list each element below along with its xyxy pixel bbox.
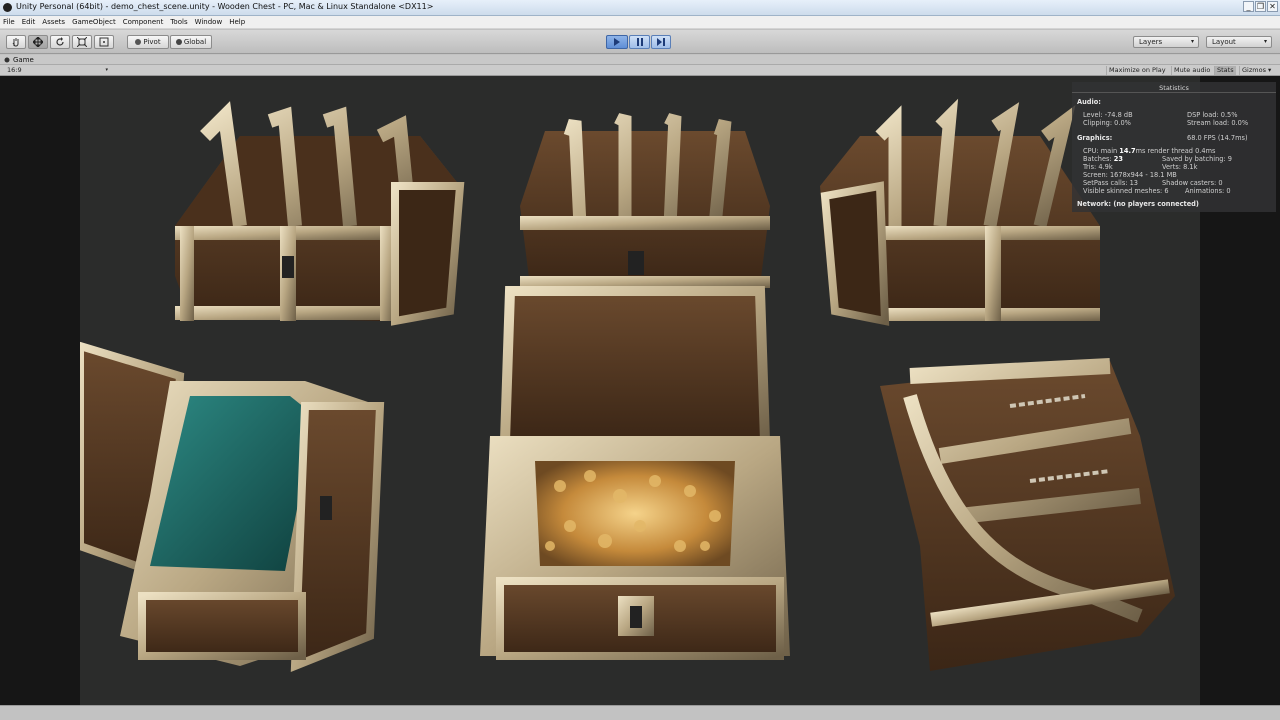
chevron-down-icon: ▾	[105, 67, 108, 73]
cpu-main-prefix: CPU: main	[1083, 147, 1120, 155]
scene-render	[76, 76, 1200, 705]
cpu-time: CPU: main 14.7ms render thread 0.4ms	[1083, 147, 1215, 155]
audio-header: Audio:	[1077, 98, 1101, 106]
setpass-calls: SetPass calls: 13	[1083, 179, 1138, 187]
shadow-casters: Shadow casters: 0	[1162, 179, 1223, 187]
minimize-button[interactable]: _	[1243, 1, 1254, 12]
menu-help[interactable]: Help	[229, 18, 245, 26]
tris-count: Tris: 4.9k	[1083, 163, 1113, 171]
layout-label: Layout	[1212, 38, 1236, 46]
step-button[interactable]	[651, 35, 671, 49]
status-bar	[0, 705, 1280, 720]
play-icon	[614, 38, 620, 46]
menu-gameobject[interactable]: GameObject	[72, 18, 116, 26]
main-toolbar: Pivot Global Layers ▾ Layout ▾	[0, 30, 1280, 54]
game-view-controls: 16:9 ▾ Maximize on Play Mute audio Stats…	[0, 65, 1280, 76]
network-status: Network: (no players connected)	[1077, 200, 1199, 208]
layout-dropdown[interactable]: Layout ▾	[1206, 36, 1272, 48]
pivot-toggle[interactable]: Pivot	[127, 35, 169, 49]
statistics-title: Statistics	[1072, 82, 1276, 93]
global-label: Global	[183, 38, 207, 46]
hand-tool-button[interactable]	[6, 35, 26, 49]
statistics-panel: Statistics Audio: Level: -74.8 dB DSP lo…	[1072, 82, 1276, 212]
fps-readout: 68.0 FPS (14.7ms)	[1187, 134, 1248, 142]
chest-closed-top-center	[520, 113, 770, 288]
chest-closed-bottom-right	[880, 358, 1175, 671]
chest-closed-top-left	[175, 101, 465, 326]
chevron-down-icon: ▾	[1190, 38, 1194, 45]
maximize-on-play-toggle[interactable]: Maximize on Play	[1106, 66, 1168, 75]
layers-dropdown[interactable]: Layers ▾	[1133, 36, 1199, 48]
batches: Batches: 23	[1083, 155, 1123, 163]
audio-clipping: Clipping: 0.0%	[1083, 119, 1131, 127]
scale-icon	[77, 37, 87, 47]
stats-toggle[interactable]: Stats	[1214, 66, 1236, 75]
chest-closed-top-right	[820, 98, 1100, 326]
dsp-load: DSP load: 0.5%	[1187, 111, 1238, 119]
batches-prefix: Batches:	[1083, 155, 1114, 163]
close-button[interactable]: ✕	[1267, 1, 1278, 12]
chevron-down-icon: ▾	[1263, 38, 1267, 45]
saved-by-batching: Saved by batching: 9	[1162, 155, 1232, 163]
move-tool-button[interactable]	[28, 35, 48, 49]
unity-logo-icon	[3, 3, 12, 12]
chest-open-bottom-left	[76, 340, 385, 673]
window-titlebar: Unity Personal (64bit) - demo_chest_scen…	[0, 0, 1280, 16]
mute-audio-toggle[interactable]: Mute audio	[1171, 66, 1212, 75]
menu-assets[interactable]: Assets	[42, 18, 65, 26]
stream-load: Stream load: 0.0%	[1187, 119, 1249, 127]
game-controller-icon	[4, 57, 10, 63]
menu-file[interactable]: File	[3, 18, 15, 26]
aspect-ratio-dropdown[interactable]: 16:9 ▾	[4, 66, 110, 75]
animations-count: Animations: 0	[1185, 187, 1231, 195]
rotate-tool-button[interactable]	[50, 35, 70, 49]
tab-game[interactable]: Game	[4, 55, 34, 65]
game-tab-header: Game	[0, 55, 1280, 65]
pause-icon	[636, 38, 643, 46]
pause-button[interactable]	[629, 35, 650, 49]
play-button[interactable]	[606, 35, 628, 49]
menu-component[interactable]: Component	[123, 18, 164, 26]
rect-tool-button[interactable]	[94, 35, 114, 49]
verts-count: Verts: 8.1k	[1162, 163, 1198, 171]
gizmos-dropdown[interactable]: Gizmos	[1239, 66, 1268, 75]
treasure-chests-render	[76, 98, 1175, 673]
rect-transform-icon	[99, 37, 109, 47]
window-title: Unity Personal (64bit) - demo_chest_scen…	[16, 2, 434, 11]
move-arrows-icon	[33, 37, 43, 47]
globe-icon	[175, 39, 182, 45]
restore-button[interactable]: ❐	[1255, 1, 1266, 12]
global-toggle[interactable]: Global	[170, 35, 212, 49]
hand-icon	[12, 38, 19, 47]
letterbox-left	[0, 76, 80, 705]
cpu-main-value: 14.7	[1119, 147, 1136, 155]
pivot-label: Pivot	[143, 38, 161, 46]
cpu-main-suffix: ms render thread 0.4ms	[1135, 147, 1216, 155]
batches-value: 23	[1113, 155, 1123, 163]
aspect-ratio-label: 16:9	[7, 66, 22, 74]
scale-tool-button[interactable]	[72, 35, 92, 49]
menu-window[interactable]: Window	[195, 18, 223, 26]
graphics-header: Graphics:	[1077, 134, 1113, 142]
tab-game-label: Game	[13, 56, 34, 64]
visible-skinned-meshes: Visible skinned meshes: 6	[1083, 187, 1169, 195]
audio-level: Level: -74.8 dB	[1083, 111, 1133, 119]
step-forward-icon	[656, 38, 665, 46]
pivot-icon	[135, 39, 142, 45]
menu-bar: File Edit Assets GameObject Component To…	[0, 16, 1280, 29]
layers-label: Layers	[1139, 38, 1163, 46]
chest-open-gold-center	[480, 286, 790, 660]
rotate-icon	[56, 37, 64, 46]
screen-info: Screen: 1678x944 - 18.1 MB	[1083, 171, 1177, 179]
menu-edit[interactable]: Edit	[22, 18, 36, 26]
gizmos-chevron-icon[interactable]: ▾	[1266, 66, 1273, 75]
menu-tools[interactable]: Tools	[170, 18, 187, 26]
